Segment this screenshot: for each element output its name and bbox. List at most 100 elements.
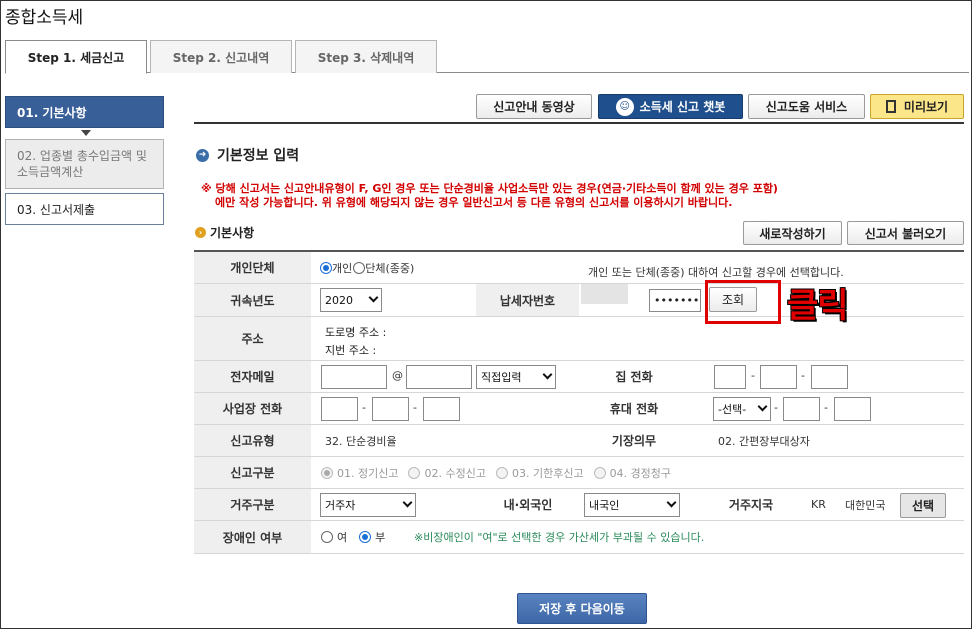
label-home-phone: 집 전화 xyxy=(564,361,704,392)
label-report-kind: 신고구분 xyxy=(194,457,311,488)
radio-no[interactable] xyxy=(359,531,372,543)
email-domain-input[interactable] xyxy=(406,365,472,389)
chevron-down-icon xyxy=(542,369,553,380)
arrow-down-icon xyxy=(81,130,91,136)
radio-claim xyxy=(593,466,606,479)
sidebar-item-submit[interactable]: 03. 신고서제출 xyxy=(5,193,164,225)
road-address-label: 도로명 주소 : xyxy=(325,326,387,339)
option-regular: 01. 정기신고 xyxy=(337,466,399,480)
load-return-button[interactable]: 신고서 불러오기 xyxy=(847,221,964,245)
tab-step1[interactable]: Step 1. 세금신고 xyxy=(5,40,147,74)
sidebar-item-income[interactable]: 02. 업종별 총수입금액 및 소득금액계산 xyxy=(5,139,164,189)
label-taxpayer-no: 납세자번호 xyxy=(476,284,579,316)
label-bookkeeping: 기장의무 xyxy=(564,425,704,456)
section-title-text: 기본정보 입력 xyxy=(217,148,300,164)
residence-select[interactable]: 거주자 xyxy=(320,493,416,517)
bullet-icon: › xyxy=(195,227,206,238)
row-email: 전자메일 @ 직접입력 집 전화 - - xyxy=(194,361,964,393)
dash: - xyxy=(413,401,417,414)
notice: ※ 당해 신고서는 신고안내유형이 F, G인 경우 또는 단순경비율 사업소득… xyxy=(201,182,961,210)
home-phone-3[interactable] xyxy=(811,365,848,389)
step-tabs: Step 1. 세금신고 Step 2. 신고내역 Step 3. 삭제내역 xyxy=(5,40,969,74)
mobile-2[interactable] xyxy=(783,397,820,421)
row-entity-type: 개인단체 개인 단체(종중) 개인 또는 단체(종중) 대하여 신고할 경우에 … xyxy=(194,252,964,284)
label-disabled: 장애인 여부 xyxy=(194,521,311,553)
office-phone-1[interactable] xyxy=(321,397,358,421)
radio-group-label: 단체(종중) xyxy=(365,261,415,275)
country-select-button[interactable]: 선택 xyxy=(900,493,946,518)
label-nationality: 내·외국인 xyxy=(456,489,600,520)
dash: - xyxy=(751,369,755,382)
click-annotation: 클릭 xyxy=(787,286,849,326)
report-kind-options: 01. 정기신고 02. 수정신고 03. 기한후신고 04. 경정청구 xyxy=(321,457,671,488)
option-no: 부 xyxy=(375,531,386,544)
option-yes: 여 xyxy=(337,531,348,544)
window: 종합소득세 Step 1. 세금신고 Step 2. 신고내역 Step 3. … xyxy=(0,0,972,629)
label-entity-type: 개인단체 xyxy=(194,252,311,283)
guide-video-button[interactable]: 신고안내 동영상 xyxy=(476,94,592,119)
dash: - xyxy=(774,401,778,414)
chatbot-button[interactable]: ☺ 소득세 신고 챗봇 xyxy=(598,94,743,119)
chatbot-icon: ☺ xyxy=(615,97,634,116)
tab-step2[interactable]: Step 2. 신고내역 xyxy=(150,40,292,73)
arrow-right-icon: ➜ xyxy=(196,148,209,162)
save-next-button[interactable]: 저장 후 다음이동 xyxy=(517,593,647,624)
home-phone-2[interactable] xyxy=(760,365,797,389)
row-disabled: 장애인 여부 여 부 ※비장애인이 "여"로 선택한 경우 가산세가 부과될 수… xyxy=(194,521,964,554)
mobile-prefix-select[interactable]: -선택- xyxy=(713,397,771,421)
office-phone-3[interactable] xyxy=(423,397,460,421)
option-claim: 04. 경정청구 xyxy=(609,466,672,480)
subsection-title: › 기본사항 xyxy=(195,224,254,241)
bookkeeping-value: 02. 간편장부대상자 xyxy=(718,434,810,448)
sidebar-item-basic[interactable]: 01. 기본사항 xyxy=(5,96,164,128)
option-late: 03. 기한후신고 xyxy=(511,466,584,480)
chevron-down-icon xyxy=(402,497,413,508)
chevron-down-icon xyxy=(757,401,768,412)
label-residence: 거주구분 xyxy=(194,489,311,520)
lot-address-label: 지번 주소 : xyxy=(325,344,377,357)
chevron-down-icon xyxy=(368,292,379,303)
app-title: 종합소득세 xyxy=(5,8,84,28)
preview-button[interactable]: 미리보기 xyxy=(870,94,964,119)
blurred-field xyxy=(581,284,628,304)
tab-step3[interactable]: Step 3. 삭제내역 xyxy=(295,40,437,73)
row-office-phone: 사업장 전화 - - 휴대 전화 -선택- - - xyxy=(194,393,964,425)
mobile-3[interactable] xyxy=(834,397,871,421)
help-service-button[interactable]: 신고도움 서비스 xyxy=(748,94,865,119)
document-icon xyxy=(885,100,896,113)
email-id-input[interactable] xyxy=(321,365,387,389)
office-phone-2[interactable] xyxy=(372,397,409,421)
dash: - xyxy=(801,369,805,382)
radio-amended xyxy=(408,466,421,479)
divider xyxy=(194,122,964,124)
row-residence: 거주구분 거주자 내·외국인 내국인 거주지국 KR 대한민국 선택 xyxy=(194,489,964,521)
country-name: 대한민국 xyxy=(845,498,886,512)
mobile-prefix-value: -선택- xyxy=(718,403,747,416)
year-select[interactable]: 2020 xyxy=(320,288,382,312)
nationality-select[interactable]: 내국인 xyxy=(584,493,680,517)
new-write-button[interactable]: 새로작성하기 xyxy=(743,221,842,245)
row-address: 주소 도로명 주소 : 지번 주소 : xyxy=(194,317,964,361)
notice-line-1: ※ 당해 신고서는 신고안내유형이 F, G인 경우 또는 단순경비율 사업소득… xyxy=(201,182,778,195)
residence-value: 거주자 xyxy=(325,499,356,512)
disabled-options: 여 부 xyxy=(321,521,385,553)
radio-regular xyxy=(321,466,333,479)
radio-individual[interactable] xyxy=(320,261,332,274)
email-domain-select[interactable]: 직접입력 xyxy=(476,365,556,389)
at-sign: @ xyxy=(392,369,403,382)
label-email: 전자메일 xyxy=(194,361,311,392)
report-type-value: 32. 단순경비율 xyxy=(325,434,397,448)
label-office-phone: 사업장 전화 xyxy=(194,393,311,424)
row-year: 귀속년도 2020 납세자번호 ••••••• 조회 xyxy=(194,284,964,317)
dash: - xyxy=(362,401,366,414)
chevron-down-icon xyxy=(666,497,677,508)
taxpayer-no-input[interactable]: ••••••• xyxy=(649,289,701,312)
radio-yes[interactable] xyxy=(321,531,333,543)
dash: - xyxy=(824,401,828,414)
year-value: 2020 xyxy=(325,293,353,307)
preview-label: 미리보기 xyxy=(903,100,949,114)
notice-line-2: 에만 작성 가능합니다. 위 유형에 해당되지 않는 경우 일반신고서 등 다른… xyxy=(215,196,733,209)
label-year: 귀속년도 xyxy=(194,284,311,316)
home-phone-1[interactable] xyxy=(714,365,746,389)
radio-group[interactable] xyxy=(353,261,366,274)
